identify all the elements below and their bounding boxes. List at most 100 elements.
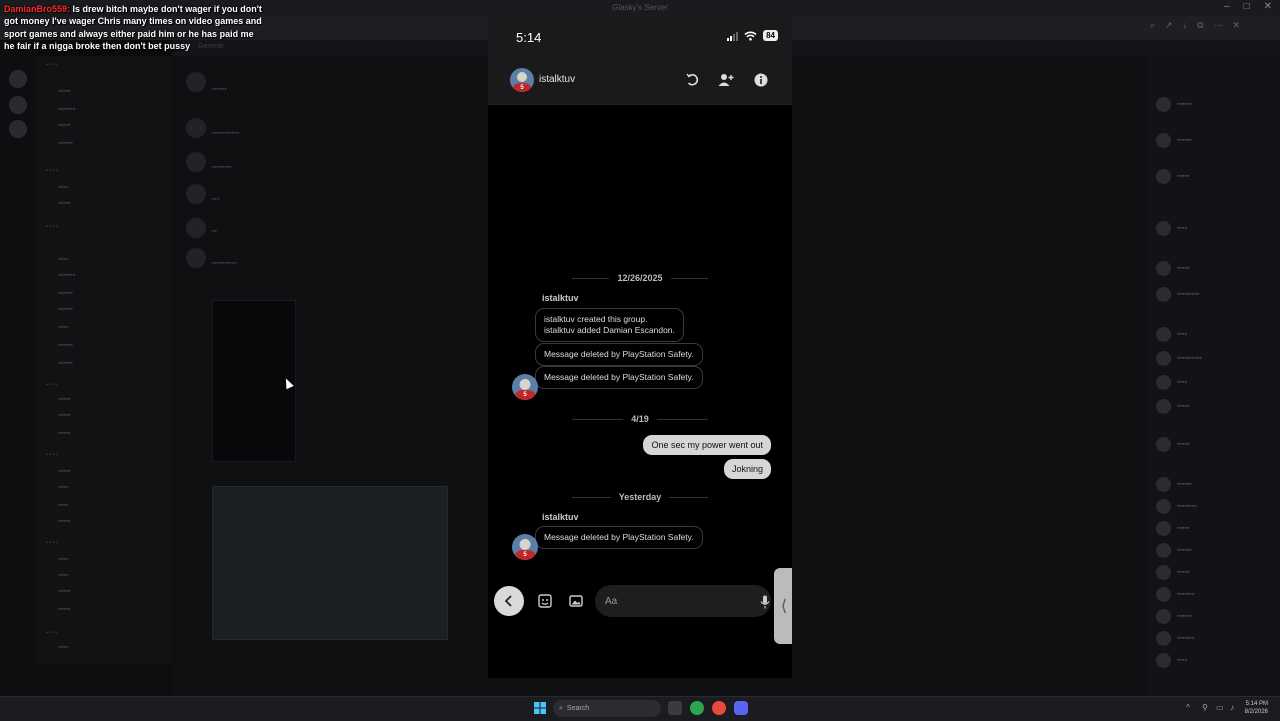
image-icon[interactable] [569,594,583,608]
member-row[interactable]: ▪▪▪▪▪ [1156,398,1189,414]
member-row[interactable]: ▪▪▪▪ [1156,326,1187,342]
task-view-icon[interactable] [668,701,682,715]
channel-item[interactable]: ▪▪▪▪▪ [58,200,70,207]
member-row[interactable]: ▪▪▪▪▪▪ [1156,476,1192,492]
channel-item[interactable]: ▪▪▪▪▪▪ [58,290,73,297]
maximize-icon[interactable]: □ [1244,1,1250,12]
date-separator: 4/19 [572,414,708,424]
system-message-line: istalktuv added Damian Escandon. [544,325,675,335]
member-row[interactable]: ▪▪▪▪▪ [1156,436,1189,452]
message-input-placeholder: Aa [605,595,618,607]
channel-category: ▪▪▪▪ [46,630,59,636]
deleted-message-bubble: Message deleted by PlayStation Safety. [535,343,703,366]
taskbar-search[interactable]: ⌕ Search [553,700,661,717]
avatar [186,218,206,238]
close-icon[interactable]: ✕ [1264,1,1272,12]
member-row[interactable]: ▪▪▪▪ [1156,374,1187,390]
taskbar-clock[interactable]: 5:14 PM 8/2/2026 [1245,700,1268,716]
member-row[interactable]: ▪▪▪▪▪▪▪▪▪ [1156,286,1199,302]
minimize-icon[interactable]: – [1224,1,1230,12]
channel-item[interactable]: ▪▪▪▪▪▪ [58,140,73,147]
contact-name[interactable]: istalktuv [539,74,575,85]
channel-item[interactable]: ▪▪▪▪ [58,502,68,509]
channel-item[interactable]: ▪▪▪▪▪ [58,122,70,129]
refresh-icon[interactable] [682,70,702,90]
member-row[interactable]: ▪▪▪▪ [1156,220,1187,236]
channel-item[interactable]: ▪▪▪▪▪▪ [58,360,73,367]
channel-item[interactable]: ▪▪▪▪ [58,324,68,331]
channel-item-active[interactable]: ▪▪▪▪▪ [58,468,70,475]
background-message: ▪▪▪▪▪▪▪▪▪▪▪ [212,130,240,137]
phone-screen: 5:14 84 5 istalktuv 12/26/2025 istalktuv… [488,16,792,678]
share-icon[interactable]: ↗ [1165,20,1173,31]
channel-item[interactable]: ▪▪▪▪▪▪▪ [58,106,75,113]
info-icon[interactable] [751,70,771,90]
wifi-icon [744,31,757,41]
deleted-message-bubble: Message deleted by PlayStation Safety. [535,526,703,549]
member-row[interactable]: ▪▪▪▪▪ [1156,564,1189,580]
phone-status-bar: 5:14 84 [488,16,792,60]
close-icon[interactable]: ✕ [1233,20,1241,31]
channel-item[interactable]: ▪▪▪▪▪ [58,88,70,95]
chrome-icon[interactable] [712,701,726,715]
display-icon[interactable]: ▭ [1216,703,1224,712]
date-separator: Yesterday [572,492,708,502]
member-row[interactable]: ▪▪▪▪▪▪ [1156,96,1192,112]
member-row[interactable]: ▪▪▪▪▪ [1156,520,1189,536]
member-row[interactable]: ▪▪▪▪▪▪ [1156,542,1192,558]
member-row[interactable]: ▪▪▪▪▪▪▪ [1156,586,1194,602]
member-row[interactable]: ▪▪▪▪▪▪ [1156,132,1192,148]
sender-avatar[interactable]: 5 [512,534,538,560]
system-message-bubble: istalktuv created this group. istalktuv … [535,308,684,342]
tray-chevron-icon[interactable]: ^ [1186,703,1190,712]
channel-category: ▪▪▪▪ [46,452,59,458]
side-panel-handle[interactable]: ⟨ [774,568,792,644]
user-panel [0,664,172,696]
member-row[interactable]: ▪▪▪▪ [1156,652,1187,668]
sticker-icon[interactable] [538,594,552,608]
channel-item[interactable]: ▪▪▪▪ [58,484,68,491]
channel-item[interactable]: ▪▪▪▪▪▪ [58,306,73,313]
channel-item[interactable]: ▪▪▪▪▪▪ [58,342,73,349]
server-icon[interactable] [9,120,27,138]
location-icon[interactable]: ⚲ [1202,703,1208,712]
channel-item[interactable]: ▪▪▪▪▪▪▪ [58,272,75,279]
member-row[interactable]: ▪▪▪▪▪ [1156,168,1189,184]
channel-item[interactable]: ▪▪▪▪ [58,572,68,579]
discord-icon[interactable] [734,701,748,715]
member-row[interactable]: ▪▪▪▪▪ [1156,260,1189,276]
back-button[interactable] [494,586,524,616]
channel-item[interactable]: ▪▪▪▪▪ [58,588,70,595]
more-icon[interactable]: ⋯ [1214,20,1223,31]
clock-date: 8/2/2026 [1244,709,1268,715]
add-person-icon[interactable] [716,70,736,90]
channel-item[interactable]: ▪▪▪▪▪ [58,518,70,525]
server-icon[interactable] [9,96,27,114]
channel-item[interactable]: ▪▪▪▪▪ [58,430,70,437]
member-row[interactable]: ▪▪▪▪▪▪▪▪▪▪ [1156,350,1202,366]
microphone-icon[interactable] [760,595,770,609]
server-icon[interactable] [9,70,27,88]
sender-avatar[interactable]: 5 [512,374,538,400]
background-message: ▪▪▪▪▪▪▪▪▪▪ [212,260,237,267]
zoom-icon[interactable]: ⌕ [1150,20,1155,31]
browser-icon[interactable] [690,701,704,715]
volume-icon[interactable]: ♪ [1230,703,1234,712]
background-image-attachment[interactable] [212,486,448,640]
channel-item[interactable]: ▪▪▪▪▪ [58,606,70,613]
channel-item[interactable]: ▪▪▪▪ [58,184,68,191]
download-icon[interactable]: ↓ [1183,20,1188,31]
channel-item[interactable]: ▪▪▪▪ [58,556,68,563]
contact-avatar[interactable]: 5 [510,68,534,92]
channel-item[interactable]: ▪▪▪▪▪ [58,396,70,403]
channel-item[interactable]: ▪▪▪▪ [58,256,68,263]
open-icon[interactable]: ⧉ [1197,20,1203,31]
member-row[interactable]: ▪▪▪▪▪▪ [1156,608,1192,624]
channel-item[interactable]: ▪▪▪▪ [58,644,68,651]
member-row[interactable]: ▪▪▪▪▪▪▪ [1156,630,1194,646]
channel-item[interactable]: ▪▪▪▪▪ [58,412,70,419]
member-row[interactable]: ▪▪▪▪▪▪▪▪ [1156,498,1197,514]
message-input[interactable]: Aa [595,585,771,617]
windows-start-icon[interactable] [534,702,546,714]
member-list: ▪▪▪▪▪▪ ▪▪▪▪▪▪ ▪▪▪▪▪ ▪▪▪▪ ▪▪▪▪▪ ▪▪▪▪▪▪▪▪▪… [1148,56,1280,696]
